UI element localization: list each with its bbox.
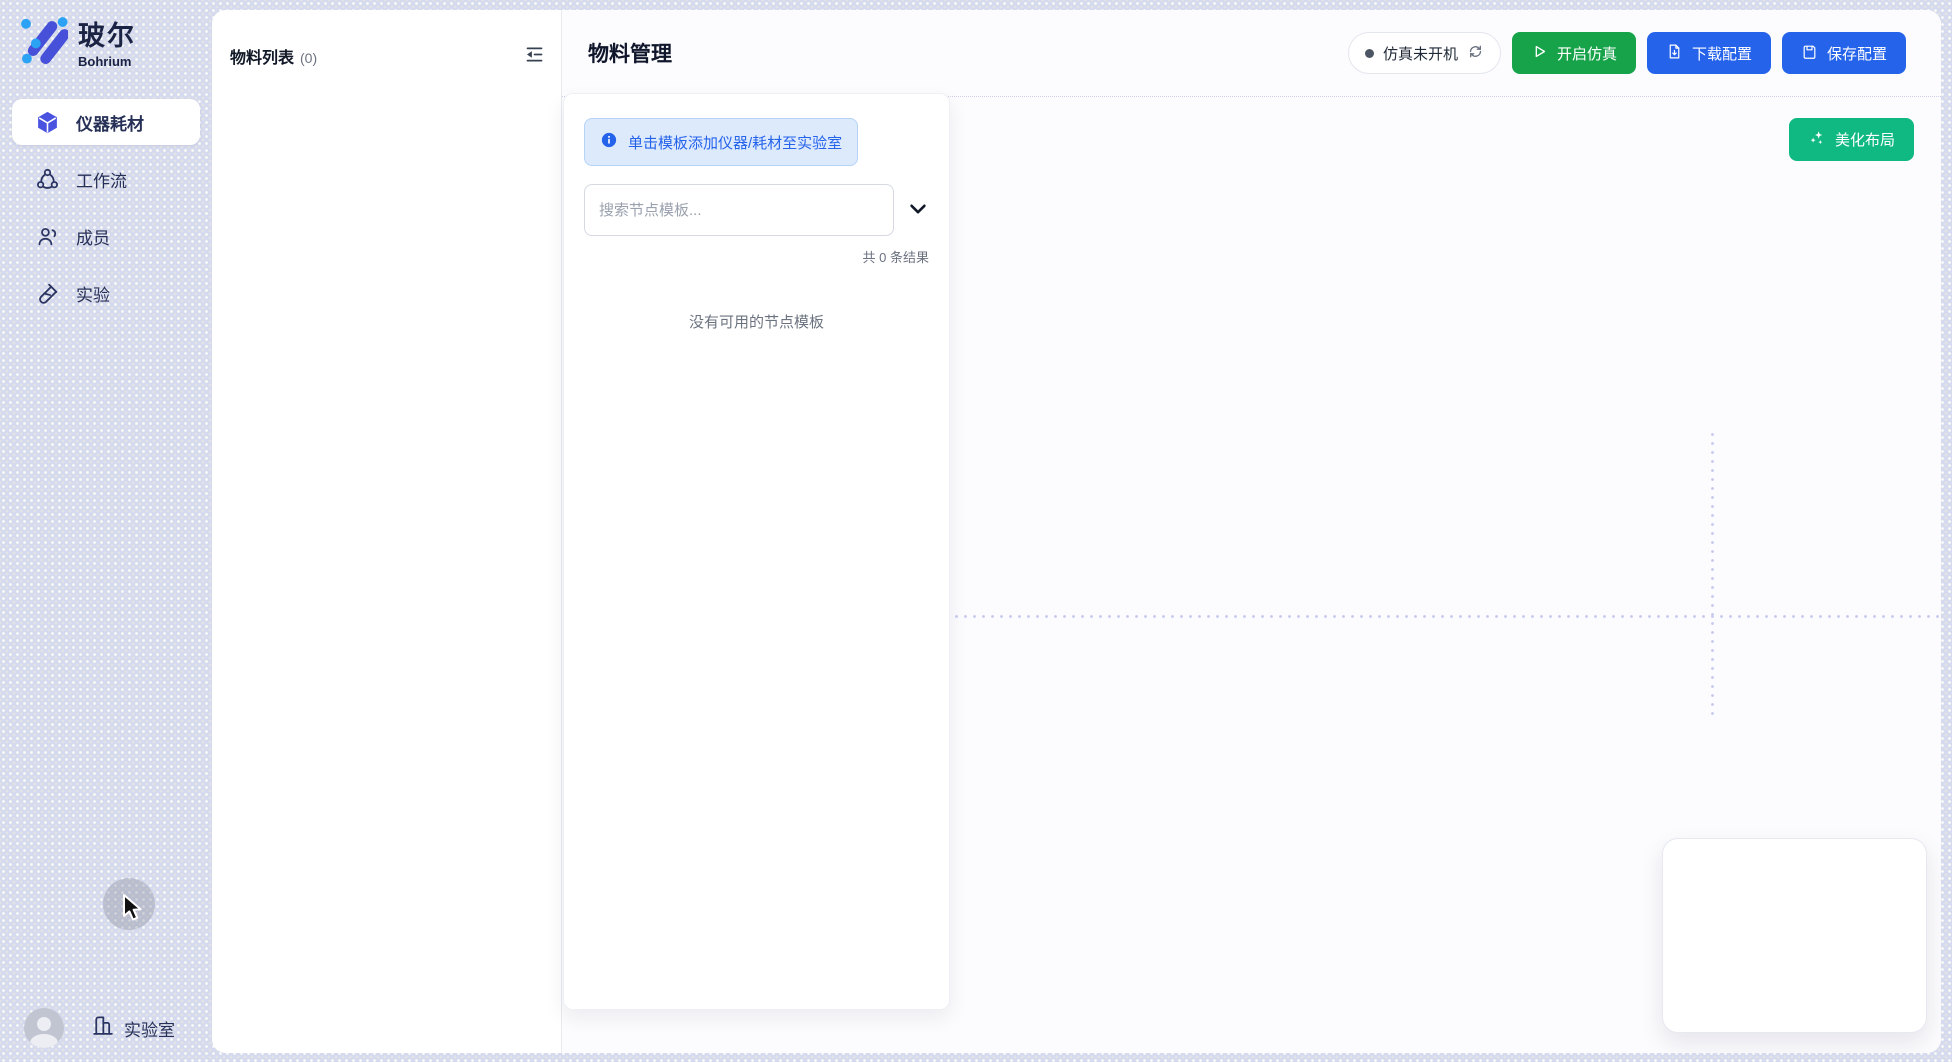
search-input[interactable] [584,184,894,236]
materials-list-title: 物料列表 [230,50,294,67]
download-config-button[interactable]: 下载配置 [1647,32,1771,74]
collapse-list-button[interactable] [907,198,929,223]
app-name: 玻尔 [78,14,136,53]
canvas-guide-vertical [1711,430,1714,720]
materials-list-panel: 物料列表 (0) [212,10,562,1053]
beautify-layout-button[interactable]: 美化布局 [1789,118,1914,161]
building-icon [90,1013,115,1043]
bohrium-logo-icon [18,14,68,69]
info-banner: 单击模板添加仪器/耗材至实验室 [584,118,858,166]
sidebar-item-experiments[interactable]: 实验 [12,270,200,316]
chevron-down-icon [907,198,929,223]
sidebar-item-label: 实验 [76,281,110,306]
refresh-status-button[interactable] [1467,43,1484,64]
canvas-guide-horizontal [952,615,1941,618]
sidebar-bottom: 实验室 [0,1008,212,1048]
content-header: 物料管理 仿真未开机 [562,10,1941,97]
save-icon [1801,43,1818,64]
cube-icon [34,109,60,135]
empty-state-text: 没有可用的节点模板 [584,311,929,332]
info-banner-text: 单击模板添加仪器/耗材至实验室 [628,132,842,153]
sidebar-item-workflow[interactable]: 工作流 [12,156,200,202]
main-panel: 物料列表 (0) 物料管理 仿真未开机 [212,10,1941,1053]
results-count: 共 0 条结果 [584,247,929,266]
page-title: 物料管理 [588,38,672,68]
node-template-panel: 单击模板添加仪器/耗材至实验室 共 0 条结果 没有可用的节点模板 [563,93,950,1010]
app-subtitle: Bohrium [78,54,136,69]
save-config-button[interactable]: 保存配置 [1782,32,1906,74]
info-icon [600,131,618,153]
members-icon [34,223,60,249]
simulation-status-label: 仿真未开机 [1383,43,1458,64]
collapse-panel-button[interactable] [524,44,545,68]
workflow-icon [34,166,60,192]
materials-list-count: (0) [300,50,317,66]
sidebar-item-label: 仪器耗材 [76,110,144,135]
test-tube-icon [34,280,60,306]
lab-label: 实验室 [124,1016,175,1041]
status-dot-icon [1365,49,1374,58]
app-logo: 玻尔 Bohrium [12,14,200,69]
refresh-icon [1467,43,1484,64]
simulation-status-pill: 仿真未开机 [1348,32,1501,74]
start-simulation-button[interactable]: 开启仿真 [1512,32,1636,74]
mouse-cursor-icon [122,894,148,929]
minimap-card[interactable] [1662,838,1927,1033]
file-download-icon [1666,43,1683,64]
sidebar-item-label: 工作流 [76,167,127,192]
sidebar-item-members[interactable]: 成员 [12,213,200,259]
sparkles-icon [1808,129,1826,151]
play-icon [1531,43,1548,64]
sidebar-item-instruments[interactable]: 仪器耗材 [12,99,200,145]
user-avatar[interactable] [24,1008,64,1048]
menu-fold-icon [524,44,545,68]
sidebar-item-label: 成员 [76,224,110,249]
lab-switcher[interactable]: 实验室 [90,1013,175,1043]
